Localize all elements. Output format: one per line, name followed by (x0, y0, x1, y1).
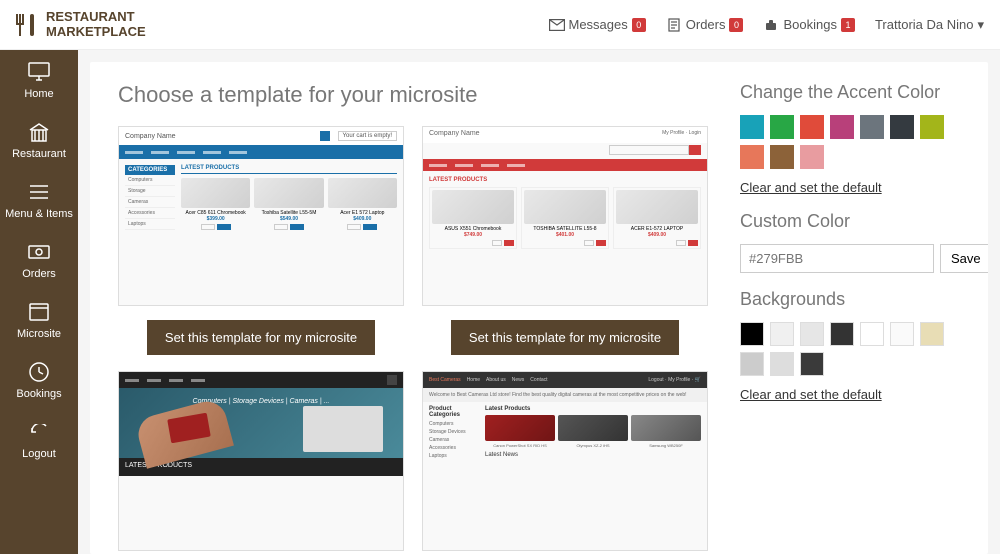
orders-badge: 0 (729, 18, 743, 32)
template-preview-1[interactable]: Company NameYour cart is empty! CATEGORI… (118, 126, 404, 306)
receipt-icon (666, 17, 682, 33)
sidebar-home[interactable]: Home (0, 50, 78, 110)
cash-icon (27, 240, 51, 264)
backgrounds-title: Backgrounds (740, 289, 960, 310)
bookings-icon (763, 17, 779, 33)
accent-swatches (740, 115, 960, 169)
accent-title: Change the Accent Color (740, 82, 960, 103)
envelope-icon (549, 17, 565, 33)
sidebar-logout[interactable]: Logout (0, 410, 78, 470)
save-color-button[interactable]: Save (940, 244, 988, 273)
sidebar-menu[interactable]: Menu & Items (0, 170, 78, 230)
monitor-icon (27, 60, 51, 84)
sidebar-bookings[interactable]: Bookings (0, 350, 78, 410)
template-preview-2[interactable]: Company NameMy Profile · Login LATEST PR… (422, 126, 708, 306)
custom-color-input[interactable] (740, 244, 934, 273)
bg-swatch-0[interactable] (740, 322, 764, 346)
bg-swatch-8[interactable] (770, 352, 794, 376)
sidebar-microsite[interactable]: Microsite (0, 290, 78, 350)
bg-swatches (740, 322, 960, 376)
accent-swatch-7[interactable] (740, 145, 764, 169)
orders-link[interactable]: Orders 0 (666, 17, 744, 33)
brand-logo: RESTAURANT MARKETPLACE (16, 10, 146, 39)
chevron-down-icon: ▾ (977, 17, 984, 33)
bookings-link[interactable]: Bookings 1 (763, 17, 854, 33)
sidebar-restaurant[interactable]: Restaurant (0, 110, 78, 170)
back-arrow-icon (27, 420, 51, 444)
accent-swatch-4[interactable] (860, 115, 884, 139)
building-icon (27, 120, 51, 144)
utensils-icon (16, 12, 38, 38)
template-card-1: Company NameYour cart is empty! CATEGORI… (118, 126, 404, 355)
messages-link[interactable]: Messages 0 (549, 17, 646, 33)
accent-swatch-5[interactable] (890, 115, 914, 139)
page-title: Choose a template for your microsite (118, 82, 708, 108)
bg-swatch-9[interactable] (800, 352, 824, 376)
browser-icon (27, 300, 51, 324)
bookings-badge: 1 (841, 18, 855, 32)
template-preview-4[interactable]: Best CamerasHomeAbout usNewsContactLogou… (422, 371, 708, 551)
template-card-2: Company NameMy Profile · Login LATEST PR… (422, 126, 708, 355)
custom-color-title: Custom Color (740, 211, 960, 232)
accent-swatch-6[interactable] (920, 115, 944, 139)
brand-line2: MARKETPLACE (46, 25, 146, 39)
accent-swatch-0[interactable] (740, 115, 764, 139)
bg-swatch-4[interactable] (860, 322, 884, 346)
accent-swatch-8[interactable] (770, 145, 794, 169)
accent-swatch-1[interactable] (770, 115, 794, 139)
bg-swatch-6[interactable] (920, 322, 944, 346)
user-menu[interactable]: Trattoria Da Nino ▾ (875, 17, 984, 33)
template-preview-3[interactable]: Computers | Storage Devices | Cameras | … (118, 371, 404, 551)
bg-swatch-3[interactable] (830, 322, 854, 346)
bg-swatch-1[interactable] (770, 322, 794, 346)
bg-swatch-2[interactable] (800, 322, 824, 346)
clear-accent-link[interactable]: Clear and set the default (740, 180, 882, 195)
set-template-1-button[interactable]: Set this template for my microsite (147, 320, 375, 355)
accent-swatch-9[interactable] (800, 145, 824, 169)
accent-swatch-2[interactable] (800, 115, 824, 139)
clear-bg-link[interactable]: Clear and set the default (740, 387, 882, 402)
clock-icon (27, 360, 51, 384)
bg-swatch-7[interactable] (740, 352, 764, 376)
sidebar-orders[interactable]: Orders (0, 230, 78, 290)
list-icon (27, 180, 51, 204)
messages-badge: 0 (632, 18, 646, 32)
bg-swatch-5[interactable] (890, 322, 914, 346)
accent-swatch-3[interactable] (830, 115, 854, 139)
template-card-4: Best CamerasHomeAbout usNewsContactLogou… (422, 371, 708, 551)
brand-line1: RESTAURANT (46, 10, 146, 24)
set-template-2-button[interactable]: Set this template for my microsite (451, 320, 679, 355)
template-card-3: Computers | Storage Devices | Cameras | … (118, 371, 404, 551)
